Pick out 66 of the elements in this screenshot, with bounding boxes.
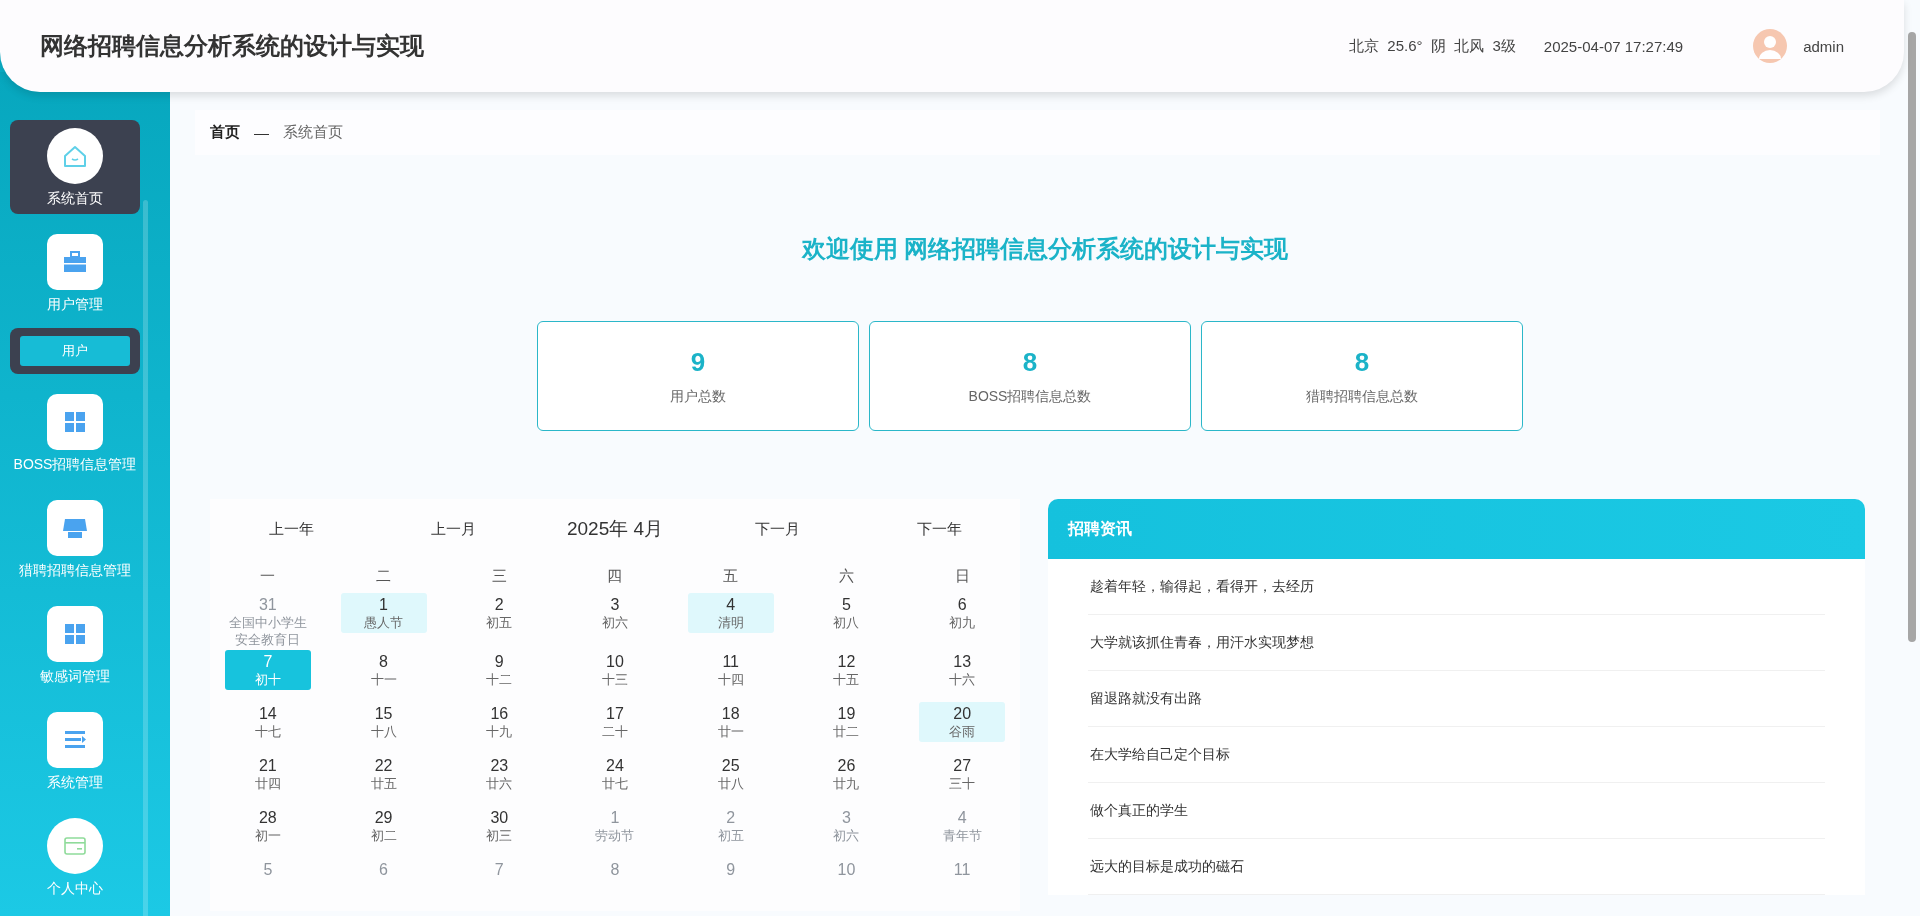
- news-link[interactable]: 远大的目标是成功的磁石: [1090, 857, 1244, 876]
- calendar-title: 2025年 4月: [565, 517, 665, 541]
- stat-value: 9: [690, 346, 706, 378]
- calendar-day[interactable]: 22 廿五: [340, 754, 427, 794]
- calendar-day[interactable]: 14 十七: [224, 702, 311, 742]
- breadcrumb-current: 系统首页: [283, 123, 343, 142]
- weekday-label: 三: [490, 566, 508, 586]
- calendar-day[interactable]: 16 十九: [456, 702, 543, 742]
- calendar-day[interactable]: 21 廿四: [224, 754, 311, 794]
- avatar-icon[interactable]: [1753, 29, 1788, 63]
- datetime-text: 2025-04-07 17:27:49: [1543, 37, 1684, 55]
- scrollbar[interactable]: [1908, 32, 1916, 642]
- username-text[interactable]: admin: [1803, 37, 1844, 55]
- news-header: 招聘资讯: [1048, 499, 1865, 559]
- calendar-day[interactable]: 27 三十: [919, 754, 1006, 794]
- calendar-day[interactable]: 25 廿八: [687, 754, 774, 794]
- weekday-label: 五: [722, 566, 740, 586]
- news-link[interactable]: 留退路就没有出路: [1090, 689, 1202, 708]
- news-link[interactable]: 大学就该抓住青春，用汗水实现梦想: [1090, 633, 1314, 652]
- calendar-day[interactable]: 24 廿七: [572, 754, 658, 794]
- calendar-day[interactable]: 4 清明: [687, 593, 774, 633]
- calendar-day[interactable]: 3 初六: [572, 593, 658, 633]
- calendar-day[interactable]: 19 廿二: [803, 702, 890, 742]
- calendar-day[interactable]: 26 廿九: [803, 754, 890, 794]
- calendar-day[interactable]: 12 十五: [803, 650, 890, 690]
- calendar-day[interactable]: 5 初八: [803, 593, 890, 633]
- stat-value: 8: [1022, 346, 1038, 378]
- weekday-label: 日: [953, 566, 971, 586]
- breadcrumb-link[interactable]: 首页: [210, 123, 240, 142]
- calendar-day[interactable]: 13 十六: [919, 650, 1006, 690]
- calendar-day[interactable]: 9 十二: [456, 650, 543, 690]
- stat-value: 8: [1354, 346, 1370, 378]
- calendar-nav-button[interactable]: 下一月: [696, 518, 858, 540]
- calendar-day[interactable]: 11 十四: [687, 650, 774, 690]
- calendar-nav-button[interactable]: 上一月: [372, 518, 534, 540]
- weekday-label: 一: [259, 566, 277, 586]
- calendar-day[interactable]: 20 谷雨: [919, 702, 1006, 742]
- calendar-day[interactable]: 1 愚人节: [340, 593, 427, 633]
- news-link[interactable]: 趁着年轻，输得起，看得开，去经历: [1090, 577, 1314, 596]
- calendar-day[interactable]: 15 十八: [340, 702, 427, 742]
- calendar-day[interactable]: 30 初三: [456, 806, 543, 846]
- breadcrumb-separator: —: [254, 124, 269, 141]
- calendar-nav-button[interactable]: 上一年: [210, 518, 372, 540]
- news-link[interactable]: 在大学给自己定个目标: [1090, 745, 1230, 764]
- calendar-nav-button[interactable]: 下一年: [858, 518, 1020, 540]
- calendar-day[interactable]: 29 初二: [340, 806, 427, 846]
- sidebar-item[interactable]: 系统首页: [10, 120, 140, 214]
- calendar-day[interactable]: 23 廿六: [456, 754, 543, 794]
- calendar-day[interactable]: 6 初九: [919, 593, 1006, 633]
- weekday-label: 六: [837, 566, 855, 586]
- system-title: 网络招聘信息分析系统的设计与实现: [40, 31, 425, 61]
- welcome-heading: 欢迎使用 网络招聘信息分析系统的设计与实现: [800, 234, 1290, 264]
- weather-text: 北京 25.6° 阴 北风 3级: [1348, 36, 1516, 56]
- weekday-label: 二: [375, 566, 393, 586]
- stat-label: 猎聘招聘信息总数: [1306, 387, 1418, 406]
- scrollbar[interactable]: [143, 200, 148, 916]
- calendar-day[interactable]: 17 二十: [572, 702, 658, 742]
- weekday-label: 四: [606, 566, 624, 586]
- stat-label: 用户总数: [670, 387, 726, 406]
- calendar-day[interactable]: 2 初五: [456, 593, 543, 633]
- calendar-day[interactable]: 10 十三: [572, 650, 658, 690]
- stat-label: BOSS招聘信息总数: [968, 387, 1092, 406]
- calendar-day[interactable]: 28 初一: [224, 806, 311, 846]
- calendar-day[interactable]: 18 廿一: [687, 702, 774, 742]
- news-link[interactable]: 做个真正的学生: [1090, 801, 1188, 820]
- calendar-day[interactable]: 8 十一: [340, 650, 427, 690]
